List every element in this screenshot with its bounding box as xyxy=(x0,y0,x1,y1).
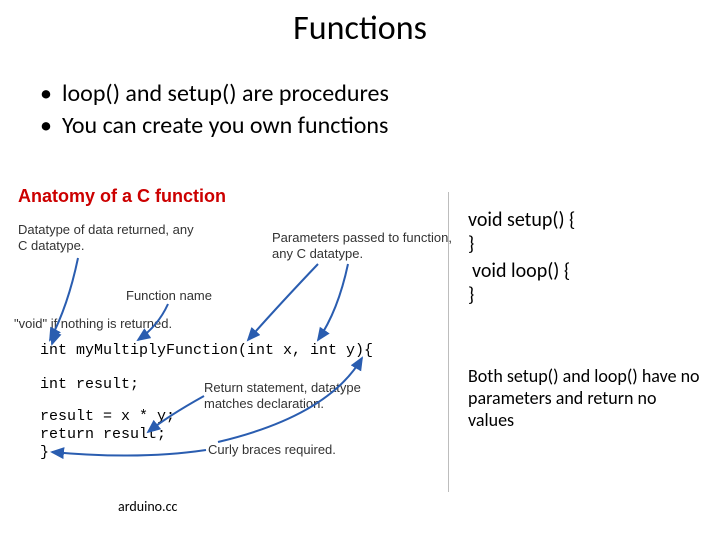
anatomy-diagram: Anatomy of a C function Datatype of data… xyxy=(18,186,450,496)
code-line: } xyxy=(468,232,575,256)
code-line: void setup() { xyxy=(468,208,575,232)
slide: Functions loop() and setup() are procedu… xyxy=(0,0,720,540)
bullet-item: loop() and setup() are procedures xyxy=(40,78,389,110)
diagram-heading: Anatomy of a C function xyxy=(18,186,450,207)
code-signature: int myMultiplyFunction(int x, int y){ xyxy=(40,342,373,359)
annotation-function-name: Function name xyxy=(126,288,212,304)
code-line: } xyxy=(40,444,49,461)
attribution: arduino.cc xyxy=(118,498,177,515)
annotation-return-type: Datatype of data returned, any C datatyp… xyxy=(18,222,198,255)
side-code-block: void setup() { } void loop() { } xyxy=(468,208,575,308)
annotation-return-statement: Return statement, datatype matches decla… xyxy=(204,380,374,413)
bullet-list: loop() and setup() are procedures You ca… xyxy=(40,78,389,143)
annotation-void: "void" if nothing is returned. xyxy=(14,316,172,332)
annotation-parameters: Parameters passed to function, any C dat… xyxy=(272,230,452,263)
side-explanation: Both setup() and loop() have no paramete… xyxy=(468,366,700,432)
annotation-curly-braces: Curly braces required. xyxy=(208,442,378,458)
code-line: } xyxy=(468,283,575,307)
code-line: return result; xyxy=(40,426,166,443)
code-line: int result; xyxy=(40,376,139,393)
code-line: void loop() { xyxy=(468,259,575,283)
bullet-item: You can create you own functions xyxy=(40,110,389,142)
slide-title: Functions xyxy=(0,8,720,49)
code-line: result = x * y; xyxy=(40,408,175,425)
